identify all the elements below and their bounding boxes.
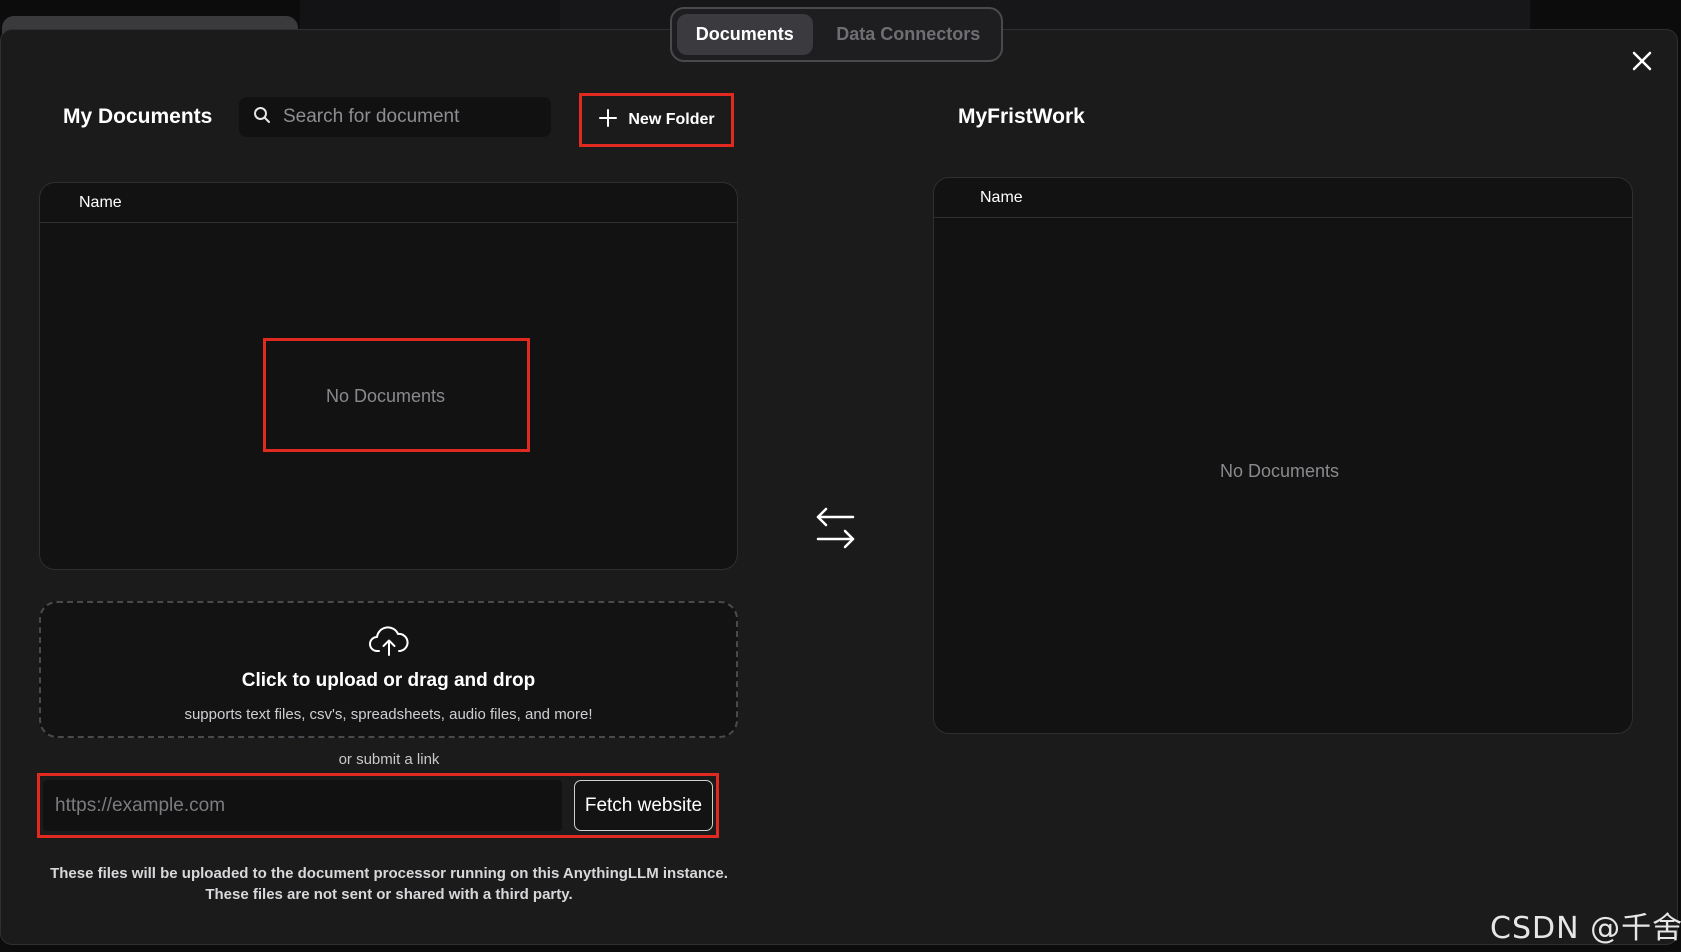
upload-title: Click to upload or drag and drop — [241, 670, 536, 691]
upload-disclaimer: These files will be uploaded to the docu… — [0, 863, 778, 905]
workspace-documents-table: Name — [933, 177, 1633, 734]
url-input[interactable] — [43, 780, 562, 831]
or-submit-link-text: or submit a link — [338, 751, 440, 768]
plus-icon — [598, 108, 618, 133]
swap-arrows-icon[interactable] — [815, 507, 857, 549]
link-submit-row: Fetch website — [37, 773, 719, 838]
table-header-name: Name — [40, 183, 737, 223]
watermark: CSDN @千舍 — [1490, 911, 1681, 946]
document-search[interactable] — [239, 97, 551, 137]
tab-data-connectors[interactable]: Data Connectors — [821, 14, 996, 55]
upload-subtitle: supports text files, csv's, spreadsheets… — [184, 706, 593, 723]
tab-documents[interactable]: Documents — [677, 14, 813, 55]
close-icon[interactable] — [1628, 47, 1656, 75]
empty-state-text: No Documents — [1220, 461, 1340, 481]
new-folder-label: New Folder — [628, 111, 715, 128]
workspace-title: MyFristWork — [958, 105, 1085, 128]
disclaimer-line-2: These files are not sent or shared with … — [205, 886, 573, 903]
search-input[interactable] — [283, 106, 533, 128]
upload-dropzone[interactable]: Click to upload or drag and drop support… — [39, 601, 738, 738]
app-page: Documents Data Connectors My Documents N… — [0, 0, 1681, 952]
empty-state-text: No Documents — [326, 386, 446, 406]
disclaimer-line-1: These files will be uploaded to the docu… — [50, 865, 728, 882]
cloud-upload-icon — [368, 625, 409, 662]
search-icon — [253, 106, 271, 129]
table-header-name: Name — [934, 178, 1632, 218]
my-documents-title: My Documents — [63, 105, 213, 128]
new-folder-button[interactable]: New Folder — [579, 93, 734, 147]
tab-switcher: Documents Data Connectors — [670, 7, 1003, 62]
fetch-website-button[interactable]: Fetch website — [573, 780, 713, 831]
